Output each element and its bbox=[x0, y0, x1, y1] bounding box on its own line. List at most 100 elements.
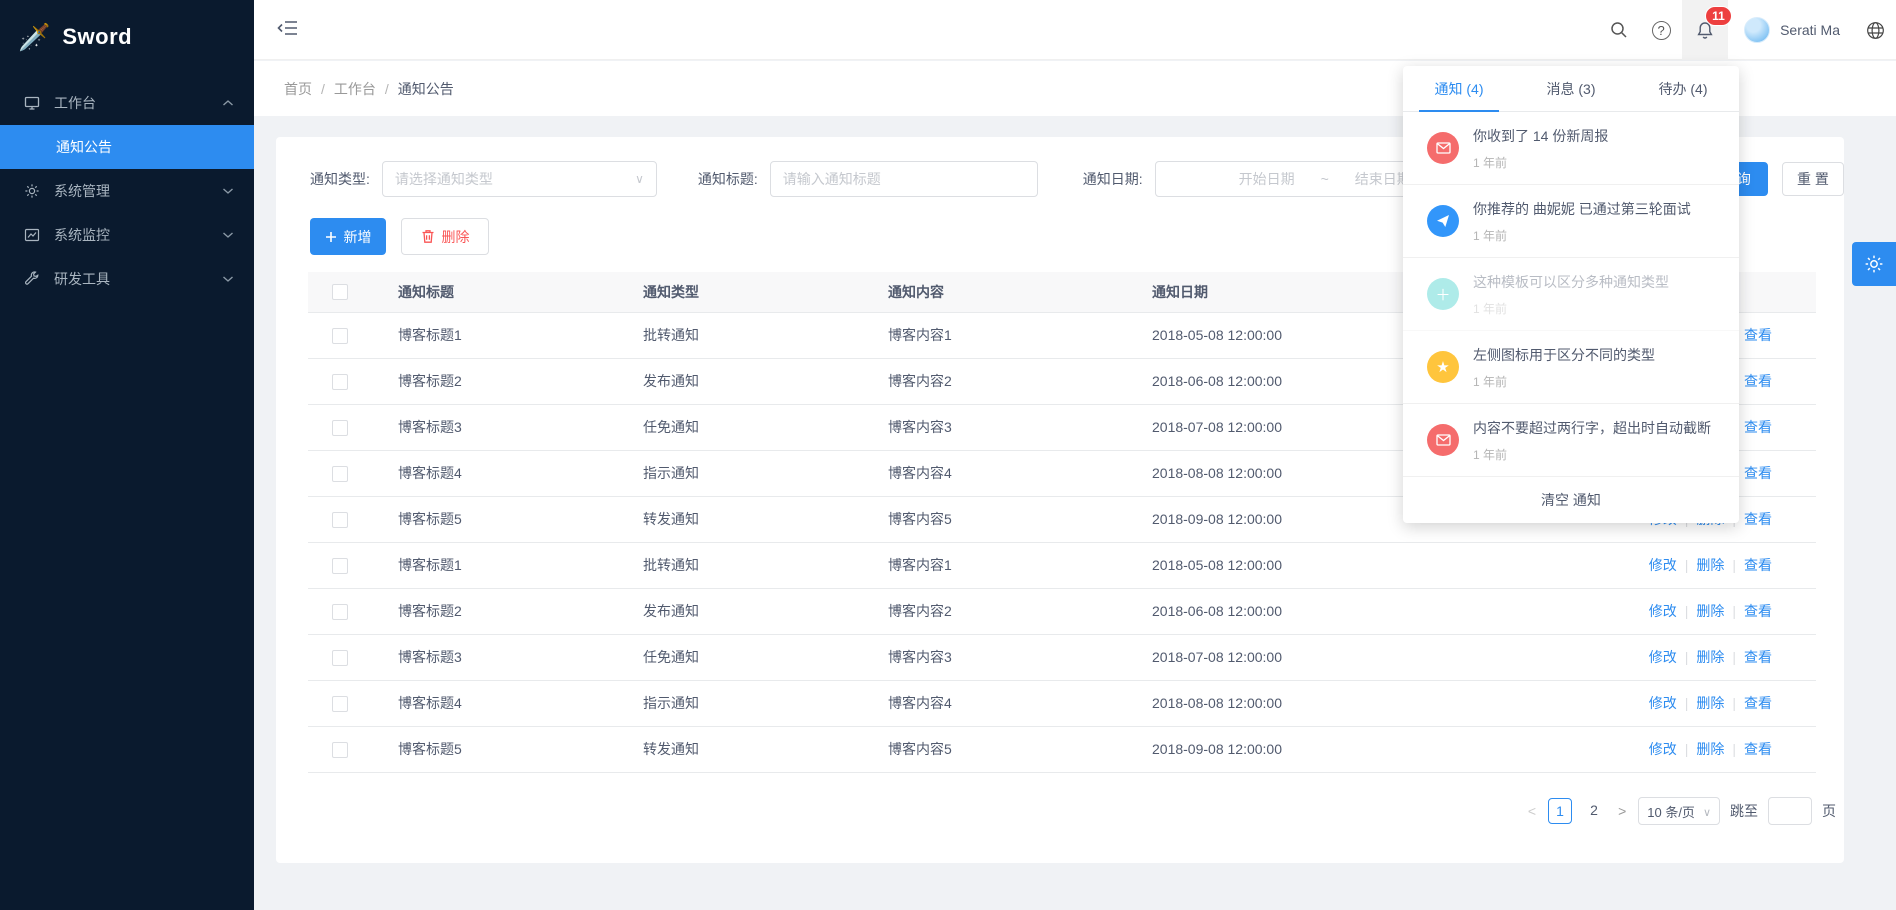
sidebar-item-dev-tools[interactable]: 研发工具 bbox=[0, 257, 254, 301]
cell-date: 2018-08-08 12:00:00 bbox=[1152, 680, 1452, 726]
filter-type-label: 通知类型: bbox=[310, 169, 370, 189]
cell-title: 博客标题3 bbox=[398, 634, 643, 680]
page-size-select[interactable]: 10 条/页 bbox=[1638, 797, 1720, 825]
sidebar-item-label: 系统监控 bbox=[54, 225, 110, 245]
help-button[interactable] bbox=[1640, 0, 1682, 60]
breadcrumb-workbench[interactable]: 工作台 bbox=[334, 79, 376, 99]
jump-page-input[interactable] bbox=[1768, 797, 1812, 825]
sidebar-collapse-button[interactable] bbox=[276, 19, 298, 37]
cell-content: 博客内容3 bbox=[888, 404, 1152, 450]
notification-item[interactable]: 内容不要超过两行字，超出时自动截断 1 年前 bbox=[1403, 404, 1739, 477]
notification-item[interactable]: ★ 左侧图标用于区分不同的类型 1 年前 bbox=[1403, 331, 1739, 404]
row-checkbox[interactable] bbox=[332, 558, 348, 574]
notification-item[interactable]: 你推荐的 曲妮妮 已通过第三轮面试 1 年前 bbox=[1403, 185, 1739, 258]
notification-time: 1 年前 bbox=[1473, 227, 1691, 244]
row-action-edit[interactable]: 修改 bbox=[1649, 695, 1677, 711]
row-action-view[interactable]: 查看 bbox=[1744, 741, 1772, 757]
select-all-checkbox[interactable] bbox=[332, 284, 348, 300]
notifications-button[interactable]: 11 bbox=[1682, 0, 1728, 60]
notification-tabs: 通知 (4) 消息 (3) 待办 (4) bbox=[1403, 66, 1739, 112]
sidebar-item-notice[interactable]: 通知公告 bbox=[0, 125, 254, 169]
notification-time: 1 年前 bbox=[1473, 446, 1711, 463]
row-action-delete[interactable]: 删除 bbox=[1696, 603, 1724, 619]
table-toolbar: 新增 删除 bbox=[310, 218, 489, 255]
row-action-edit[interactable]: 修改 bbox=[1649, 557, 1677, 573]
breadcrumb-separator: / bbox=[385, 81, 389, 97]
wrench-icon bbox=[24, 271, 40, 287]
chevron-up-icon bbox=[222, 99, 234, 107]
notification-title: 这种模板可以区分多种通知类型 bbox=[1473, 272, 1669, 292]
reset-button[interactable]: 重 置 bbox=[1782, 162, 1844, 196]
row-action-view[interactable]: 查看 bbox=[1744, 603, 1772, 619]
row-action-delete[interactable]: 删除 bbox=[1696, 649, 1724, 665]
notification-title: 内容不要超过两行字，超出时自动截断 bbox=[1473, 418, 1711, 438]
notification-time: 1 年前 bbox=[1473, 300, 1669, 317]
cell-date: 2018-07-08 12:00:00 bbox=[1152, 634, 1452, 680]
notification-title: 你收到了 14 份新周报 bbox=[1473, 126, 1608, 146]
notification-item[interactable]: 你收到了 14 份新周报 1 年前 bbox=[1403, 112, 1739, 185]
row-action-view[interactable]: 查看 bbox=[1744, 419, 1772, 435]
plus-icon: ＋ bbox=[1427, 278, 1459, 310]
app-logo[interactable]: 🗡️ Sword bbox=[0, 0, 254, 73]
pagination-page-1[interactable]: 1 bbox=[1548, 798, 1572, 824]
sidebar-item-system-mgmt[interactable]: 系统管理 bbox=[0, 169, 254, 213]
row-action-view[interactable]: 查看 bbox=[1744, 511, 1772, 527]
add-button[interactable]: 新增 bbox=[310, 218, 386, 255]
mail-icon bbox=[1427, 132, 1459, 164]
row-action-edit[interactable]: 修改 bbox=[1649, 741, 1677, 757]
column-header-title: 通知标题 bbox=[398, 272, 643, 312]
sidebar-item-workbench[interactable]: 工作台 bbox=[0, 81, 254, 125]
sidebar-item-label: 通知公告 bbox=[56, 137, 112, 157]
sidebar-menu: 工作台 通知公告 系统管理 系统监控 研发工具 bbox=[0, 73, 254, 301]
chart-icon bbox=[24, 227, 40, 243]
delete-button[interactable]: 删除 bbox=[401, 218, 489, 255]
tab-messages[interactable]: 消息 (3) bbox=[1515, 66, 1627, 111]
row-checkbox[interactable] bbox=[332, 604, 348, 620]
sidebar-item-system-monitor[interactable]: 系统监控 bbox=[0, 213, 254, 257]
notice-type-select[interactable]: 请选择通知类型 ∨ bbox=[382, 161, 657, 197]
row-checkbox[interactable] bbox=[332, 328, 348, 344]
row-checkbox[interactable] bbox=[332, 650, 348, 666]
clear-notifications-button[interactable]: 清空 通知 bbox=[1403, 477, 1739, 523]
pagination-next-button[interactable] bbox=[1616, 803, 1628, 819]
row-checkbox[interactable] bbox=[332, 742, 348, 758]
search-button[interactable] bbox=[1598, 0, 1640, 60]
notice-title-input[interactable]: 请输入通知标题 bbox=[770, 161, 1038, 197]
tab-notices[interactable]: 通知 (4) bbox=[1403, 66, 1515, 111]
row-action-view[interactable]: 查看 bbox=[1744, 649, 1772, 665]
row-action-view[interactable]: 查看 bbox=[1744, 695, 1772, 711]
table-row: 博客标题2 发布通知 博客内容2 2018-06-08 12:00:00 修改|… bbox=[308, 588, 1816, 634]
row-action-edit[interactable]: 修改 bbox=[1649, 649, 1677, 665]
cell-type: 批转通知 bbox=[643, 542, 888, 588]
language-button[interactable] bbox=[1854, 0, 1896, 60]
row-checkbox[interactable] bbox=[332, 374, 348, 390]
row-checkbox[interactable] bbox=[332, 696, 348, 712]
cell-type: 发布通知 bbox=[643, 358, 888, 404]
user-menu[interactable]: Serati Ma bbox=[1728, 0, 1854, 60]
pagination-prev-button[interactable] bbox=[1526, 803, 1538, 819]
breadcrumb-home[interactable]: 首页 bbox=[284, 79, 312, 99]
row-action-delete[interactable]: 删除 bbox=[1696, 695, 1724, 711]
row-action-edit[interactable]: 修改 bbox=[1649, 603, 1677, 619]
tab-todos[interactable]: 待办 (4) bbox=[1627, 66, 1739, 111]
row-action-view[interactable]: 查看 bbox=[1744, 327, 1772, 343]
cell-content: 博客内容4 bbox=[888, 680, 1152, 726]
notice-type-placeholder: 请选择通知类型 bbox=[395, 169, 493, 189]
pagination-page-2[interactable]: 2 bbox=[1582, 798, 1606, 824]
action-separator: | bbox=[1685, 741, 1689, 757]
action-separator: | bbox=[1685, 603, 1689, 619]
row-action-view[interactable]: 查看 bbox=[1744, 373, 1772, 389]
row-action-view[interactable]: 查看 bbox=[1744, 557, 1772, 573]
row-action-delete[interactable]: 删除 bbox=[1696, 557, 1724, 573]
action-separator: | bbox=[1732, 557, 1736, 573]
notification-item[interactable]: ＋ 这种模板可以区分多种通知类型 1 年前 bbox=[1403, 258, 1739, 331]
row-checkbox[interactable] bbox=[332, 512, 348, 528]
row-action-view[interactable]: 查看 bbox=[1744, 465, 1772, 481]
row-checkbox[interactable] bbox=[332, 466, 348, 482]
row-actions: 修改|删除|查看 bbox=[1452, 542, 1816, 588]
settings-fab-button[interactable] bbox=[1852, 242, 1896, 286]
row-action-delete[interactable]: 删除 bbox=[1696, 741, 1724, 757]
cell-type: 指示通知 bbox=[643, 450, 888, 496]
cell-date: 2018-06-08 12:00:00 bbox=[1152, 588, 1452, 634]
row-checkbox[interactable] bbox=[332, 420, 348, 436]
